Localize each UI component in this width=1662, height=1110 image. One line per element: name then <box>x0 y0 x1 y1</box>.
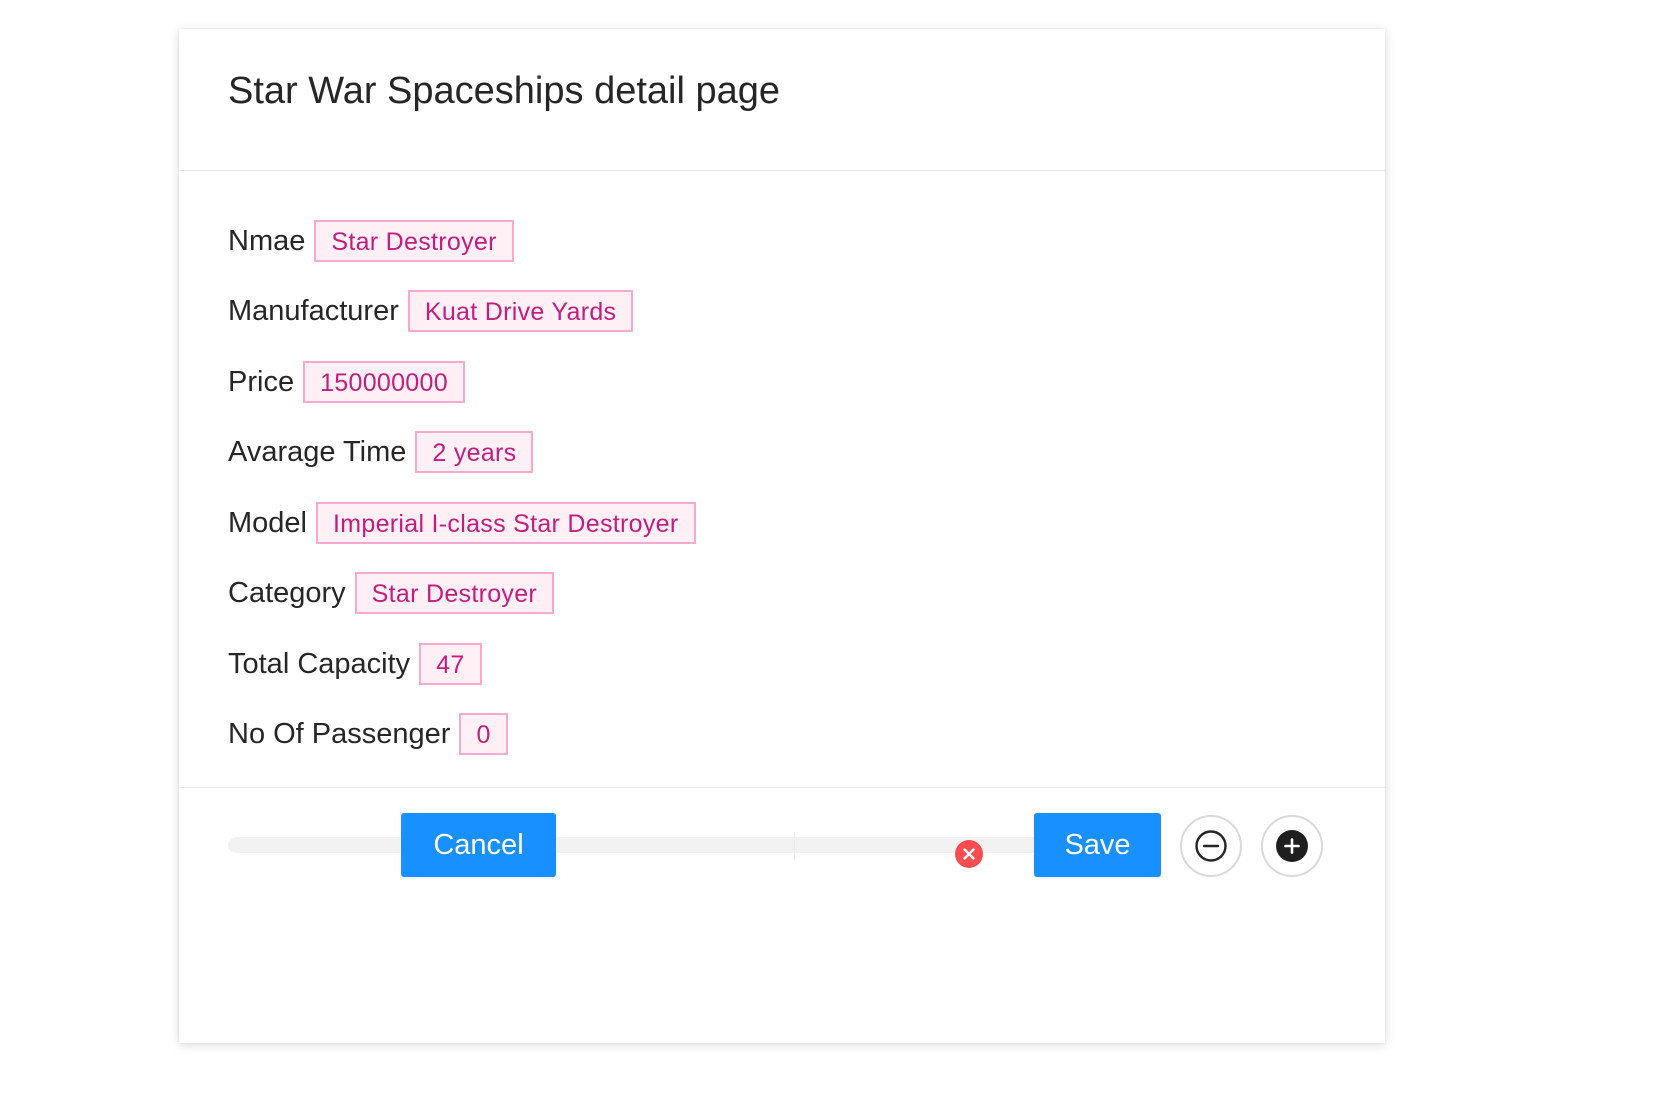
field-label-passengers: No Of Passenger <box>228 717 451 750</box>
field-row-average-time: Avarage Time 2 years <box>228 430 534 474</box>
field-value-category: Star Destroyer <box>354 572 555 614</box>
field-row-name: Nmae Star Destroyer <box>228 219 514 263</box>
field-label-category: Category <box>228 576 346 609</box>
minus-circle-icon <box>1194 829 1228 863</box>
field-label-model: Model <box>228 506 307 539</box>
close-circle-icon <box>955 840 983 868</box>
increase-button[interactable] <box>1261 815 1323 877</box>
field-row-price: Price 150000000 <box>228 360 465 404</box>
field-value-name: Star Destroyer <box>314 220 514 262</box>
field-row-passengers: No Of Passenger 0 <box>228 712 508 756</box>
field-label-name: Nmae <box>228 224 306 257</box>
modal-header: Star War Spaceships detail page <box>179 29 1385 171</box>
field-value-price: 150000000 <box>303 361 465 403</box>
field-label-average-time: Avarage Time <box>228 435 407 468</box>
modal-body: Nmae Star Destroyer Manufacturer Kuat Dr… <box>179 171 1385 853</box>
field-label-total-capacity: Total Capacity <box>228 647 411 680</box>
field-label-manufacturer: Manufacturer <box>228 294 399 327</box>
field-value-average-time: 2 years <box>415 431 534 473</box>
field-value-manufacturer: Kuat Drive Yards <box>407 290 634 332</box>
plus-circle-icon <box>1275 829 1309 863</box>
decrease-button[interactable] <box>1180 815 1242 877</box>
field-value-passengers: 0 <box>459 713 508 755</box>
field-value-model: Imperial I-class Star Destroyer <box>316 502 696 544</box>
field-row-manufacturer: Manufacturer Kuat Drive Yards <box>228 289 634 333</box>
save-button[interactable]: Save <box>1034 813 1161 877</box>
field-label-price: Price <box>228 365 295 398</box>
field-row-total-capacity: Total Capacity 47 <box>228 642 482 686</box>
field-value-total-capacity: 47 <box>419 643 482 685</box>
cancel-button[interactable]: Cancel <box>401 813 556 877</box>
spaceship-detail-modal: Star War Spaceships detail page Nmae Sta… <box>179 29 1385 1043</box>
field-row-model: Model Imperial I-class Star Destroyer <box>228 501 696 545</box>
field-row-category: Category Star Destroyer <box>228 571 555 615</box>
modal-title: Star War Spaceships detail page <box>228 70 781 112</box>
footer-divider <box>794 832 795 860</box>
